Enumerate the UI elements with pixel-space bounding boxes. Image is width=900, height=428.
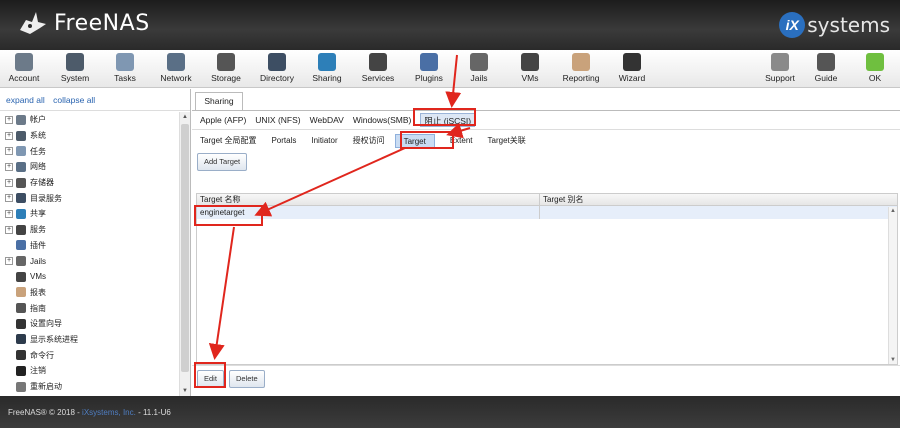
copyright-text: FreeNAS® © 2018 - — [8, 408, 83, 417]
footer-bar: FreeNAS® © 2018 - iXsystems, Inc. - 11.1… — [0, 396, 900, 428]
version-text: - 11.1-U6 — [135, 408, 171, 417]
arrow-to-target-row — [254, 147, 406, 217]
ixsystems-link[interactable]: iXsystems, Inc. — [82, 408, 136, 417]
arrow-to-iscsi — [445, 54, 462, 108]
annotation-arrows — [208, 54, 471, 360]
arrow-to-target-tab — [446, 122, 471, 139]
arrow-to-edit — [208, 226, 235, 360]
